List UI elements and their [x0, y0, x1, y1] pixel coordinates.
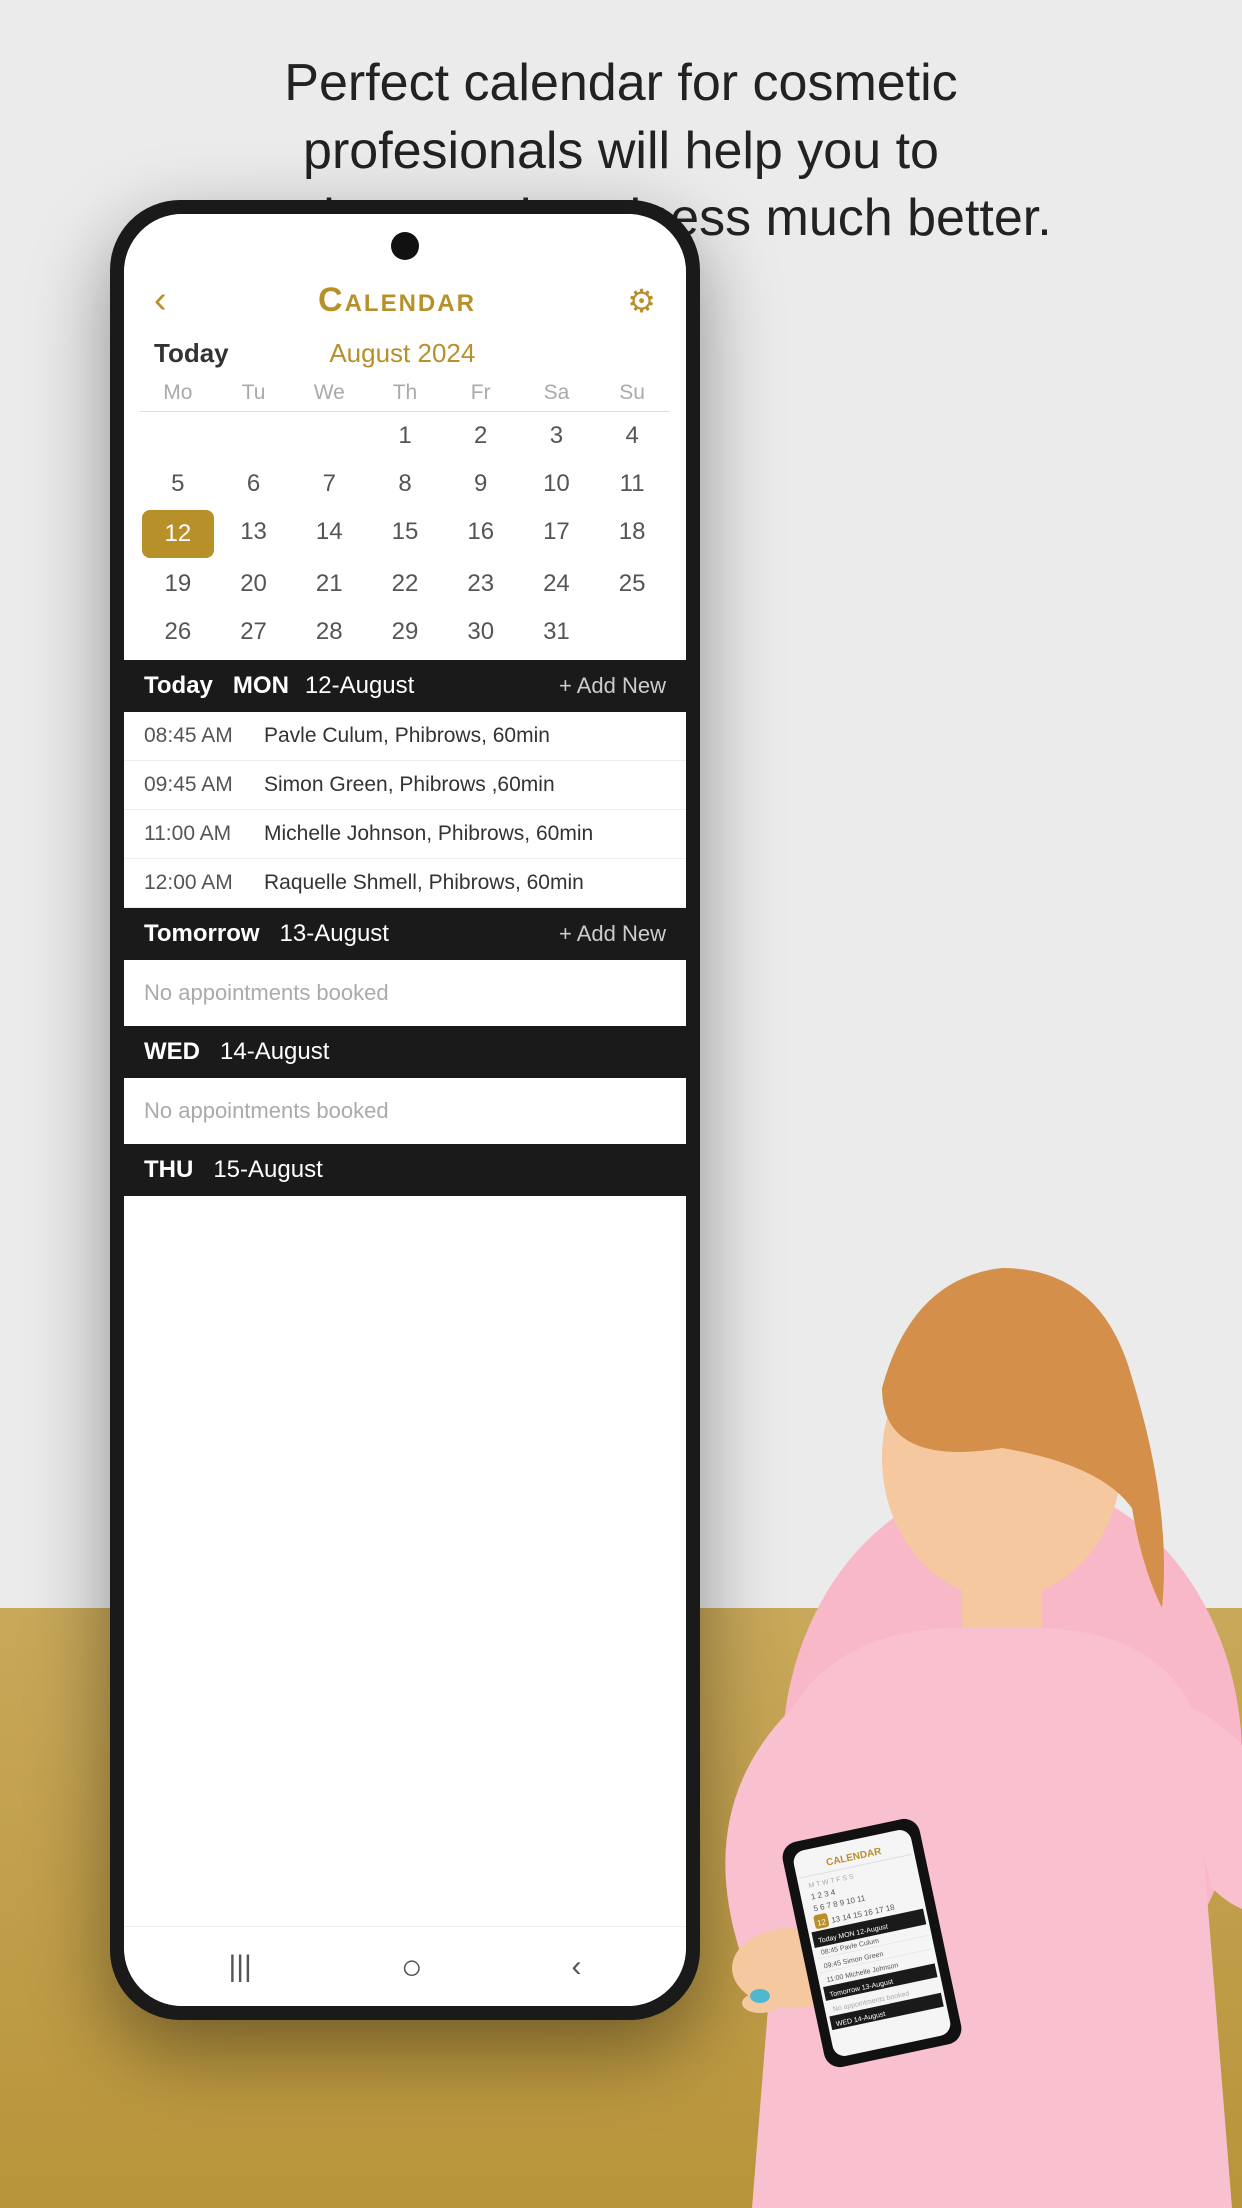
cal-week-4: 19 20 21 22 23 24 25 [140, 560, 670, 608]
today-label: Today [154, 338, 229, 369]
sched-today-label: Today [144, 672, 213, 700]
appt-detail-2: Simon Green, Phibrows ,60min [264, 773, 555, 797]
month-label: August 2024 [229, 338, 576, 369]
sched-date-14aug: 14-August [220, 1038, 329, 1066]
day-header-tu: Tu [216, 381, 292, 405]
month-row: Today August 2024 [124, 332, 686, 375]
appt-row-2: 09:45 AM Simon Green, Phibrows ,60min [124, 761, 686, 810]
schedule-header-today: Today MON 12-August + Add New [124, 660, 686, 712]
day-headers: Mo Tu We Th Fr Sa Su [140, 375, 670, 412]
appt-detail-4: Raquelle Shmell, Phibrows, 60min [264, 871, 584, 895]
cal-day-1[interactable]: 1 [367, 412, 443, 460]
cal-day-29[interactable]: 29 [367, 608, 443, 656]
cal-day-18[interactable]: 18 [594, 508, 670, 560]
appt-detail-1: Pavle Culum, Phibrows, 60min [264, 724, 550, 748]
calendar-weeks: 1 2 3 4 5 6 7 8 9 10 11 [140, 412, 670, 656]
appt-row-4: 12:00 AM Raquelle Shmell, Phibrows, 60mi… [124, 859, 686, 908]
day-header-fr: Fr [443, 381, 519, 405]
cal-day-4[interactable]: 4 [594, 412, 670, 460]
sched-date-12aug: 12-August [305, 672, 414, 700]
cal-day-empty[interactable] [594, 608, 670, 656]
cal-day-28[interactable]: 28 [291, 608, 367, 656]
day-header-sa: Sa [519, 381, 595, 405]
cal-week-5: 26 27 28 29 30 31 [140, 608, 670, 656]
day-header-mo: Mo [140, 381, 216, 405]
cal-day-23[interactable]: 23 [443, 560, 519, 608]
app-title: Calendar [318, 281, 476, 320]
cal-week-2: 5 6 7 8 9 10 11 [140, 460, 670, 508]
sched-day-mon: MON [233, 672, 289, 700]
appt-time-1: 08:45 AM [144, 724, 264, 748]
cal-day[interactable] [216, 412, 292, 460]
cal-day-6[interactable]: 6 [216, 460, 292, 508]
cal-day-24[interactable]: 24 [519, 560, 595, 608]
cal-day-5[interactable]: 5 [140, 460, 216, 508]
appt-time-2: 09:45 AM [144, 773, 264, 797]
appt-row-1: 08:45 AM Pavle Culum, Phibrows, 60min [124, 712, 686, 761]
cal-day-8[interactable]: 8 [367, 460, 443, 508]
sched-add-tomorrow[interactable]: + Add New [559, 921, 666, 947]
sched-add-today[interactable]: + Add New [559, 673, 666, 699]
sched-tomorrow-label: Tomorrow [144, 920, 260, 948]
tagline-line1: Perfect calendar for cosmetic [284, 54, 957, 112]
appt-row-3: 11:00 AM Michelle Johnson, Phibrows, 60m… [124, 810, 686, 859]
cal-day-22[interactable]: 22 [367, 560, 443, 608]
cal-day-2[interactable]: 2 [443, 412, 519, 460]
cal-day-27[interactable]: 27 [216, 608, 292, 656]
cal-day-30[interactable]: 30 [443, 608, 519, 656]
cal-week-1: 1 2 3 4 [140, 412, 670, 460]
day-header-su: Su [594, 381, 670, 405]
day-header-th: Th [367, 381, 443, 405]
person-figure: CALENDAR M T W T F S S 1 2 3 4 5 6 7 8 9… [492, 1008, 1242, 2208]
appt-time-4: 12:00 AM [144, 871, 264, 895]
cal-day-9[interactable]: 9 [443, 460, 519, 508]
sched-wed-label: WED [144, 1038, 200, 1066]
calendar-grid: Mo Tu We Th Fr Sa Su 1 2 [124, 375, 686, 656]
settings-icon[interactable]: ⚙ [627, 282, 656, 320]
tagline-line2: profesionals will help you to [303, 122, 939, 180]
sched-date-15aug: 15-August [213, 1156, 322, 1184]
cal-day-21[interactable]: 21 [291, 560, 367, 608]
sched-thu-label: THU [144, 1156, 193, 1184]
day-header-we: We [291, 381, 367, 405]
cal-day-3[interactable]: 3 [519, 412, 595, 460]
appt-time-3: 11:00 AM [144, 822, 264, 846]
back-button[interactable]: ‹ [154, 279, 167, 322]
cal-day-19[interactable]: 19 [140, 560, 216, 608]
cal-day-20[interactable]: 20 [216, 560, 292, 608]
appt-detail-3: Michelle Johnson, Phibrows, 60min [264, 822, 593, 846]
cal-day[interactable] [140, 412, 216, 460]
cal-day[interactable] [291, 412, 367, 460]
cal-day-15[interactable]: 15 [367, 508, 443, 560]
cal-day-10[interactable]: 10 [519, 460, 595, 508]
cal-day-13[interactable]: 13 [216, 508, 292, 560]
cal-day-11[interactable]: 11 [594, 460, 670, 508]
schedule-header-tomorrow: Tomorrow 13-August + Add New [124, 908, 686, 960]
sched-date-13aug: 13-August [280, 920, 389, 948]
camera-dot [391, 232, 419, 260]
nav-home-icon[interactable]: ○ [401, 1946, 423, 1988]
cal-day-31[interactable]: 31 [519, 608, 595, 656]
cal-day-7[interactable]: 7 [291, 460, 367, 508]
cal-day-16[interactable]: 16 [443, 508, 519, 560]
cal-day-26[interactable]: 26 [140, 608, 216, 656]
cal-day-17[interactable]: 17 [519, 508, 595, 560]
cal-day-12-selected[interactable]: 12 [142, 510, 214, 558]
cal-week-3: 12 13 14 15 16 17 18 [140, 508, 670, 560]
cal-day-14[interactable]: 14 [291, 508, 367, 560]
cal-day-25[interactable]: 25 [594, 560, 670, 608]
nav-recent-icon[interactable]: ||| [228, 1950, 251, 1984]
